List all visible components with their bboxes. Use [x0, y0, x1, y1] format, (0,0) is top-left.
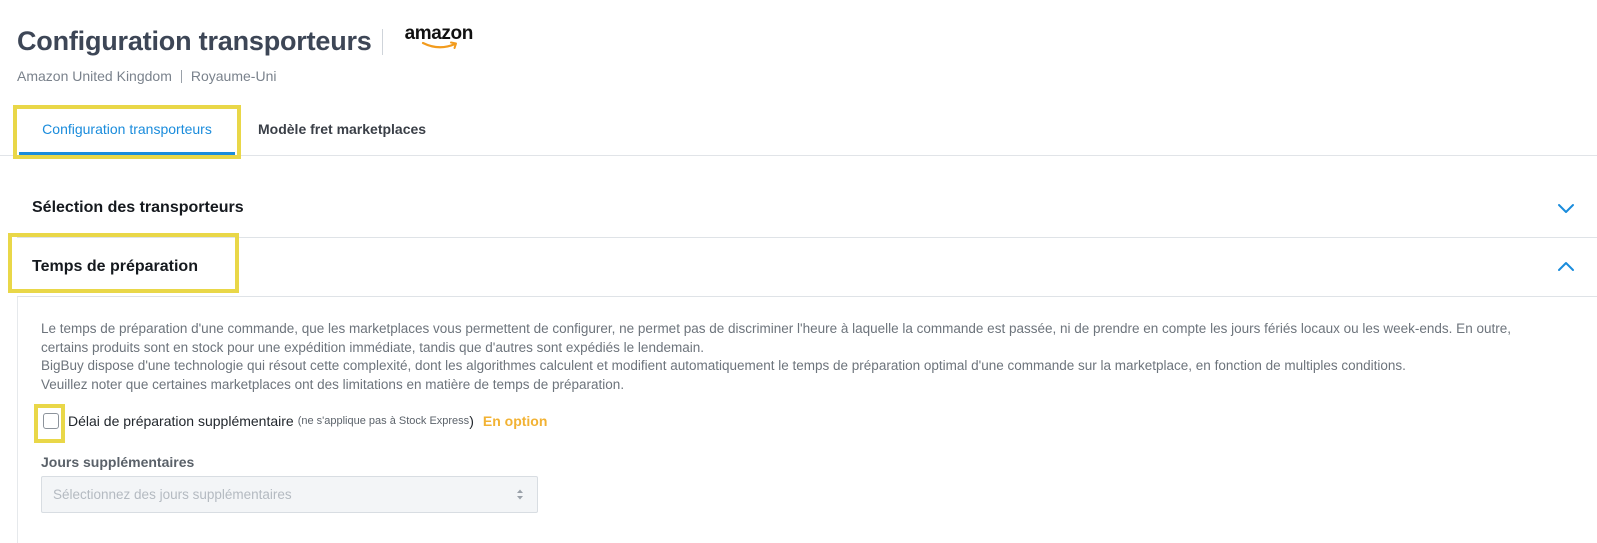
description-paragraph: Le temps de préparation d'une commande, … — [41, 321, 1511, 355]
highlight-box-tab — [13, 105, 241, 159]
option-badge: En option — [482, 413, 548, 429]
extra-delay-note: (ne s'applique pas à Stock Express — [297, 415, 470, 427]
amazon-logo: amazon — [405, 23, 473, 50]
tab-modele-fret-marketplaces[interactable]: Modèle fret marketplaces — [258, 104, 426, 155]
title-row: Configuration transporteurs amazon — [17, 23, 473, 57]
accordion-title: Sélection des transporteurs — [32, 199, 244, 216]
extra-delay-note-close: ) — [469, 413, 474, 429]
description-paragraph: Veuillez noter que certaines marketplace… — [41, 376, 625, 392]
extra-delay-option: Délai de préparation supplémentaire (ne … — [41, 413, 547, 429]
highlight-box-accordion — [8, 233, 239, 293]
description-paragraph: BigBuy dispose d'une technologie qui rés… — [41, 358, 1406, 373]
marketplace-name: Amazon United Kingdom — [17, 68, 172, 84]
accordion-selection-transporteurs[interactable]: Sélection des transporteurs — [17, 178, 1597, 238]
preparation-description: Le temps de préparation d'une commande, … — [41, 320, 1561, 394]
subtitle-divider — [180, 69, 182, 83]
chevron-up-icon — [1558, 262, 1574, 271]
amazon-smile-icon — [421, 41, 457, 49]
page-subtitle: Amazon United Kingdom Royaume-Uni — [17, 68, 473, 84]
title-divider — [381, 28, 383, 55]
chevron-down-icon — [1558, 203, 1574, 213]
tab-label: Modèle fret marketplaces — [258, 121, 427, 137]
extra-days-select[interactable]: Sélectionnez des jours supplémentaires — [41, 476, 538, 513]
extra-delay-label: Délai de préparation supplémentaire — [68, 413, 294, 429]
extra-days-label: Jours supplémentaires — [41, 454, 195, 470]
preparation-panel: Le temps de préparation d'une commande, … — [17, 297, 1597, 543]
select-arrows-icon — [517, 489, 523, 500]
extra-days-placeholder: Sélectionnez des jours supplémentaires — [53, 487, 292, 502]
page-header: Configuration transporteurs amazon Amazo… — [17, 23, 473, 84]
highlight-box-checkbox — [34, 404, 65, 443]
page-title: Configuration transporteurs — [17, 26, 372, 56]
accordion-temps-de-preparation[interactable]: Temps de préparation — [17, 238, 1597, 297]
country-name: Royaume-Uni — [190, 68, 277, 84]
